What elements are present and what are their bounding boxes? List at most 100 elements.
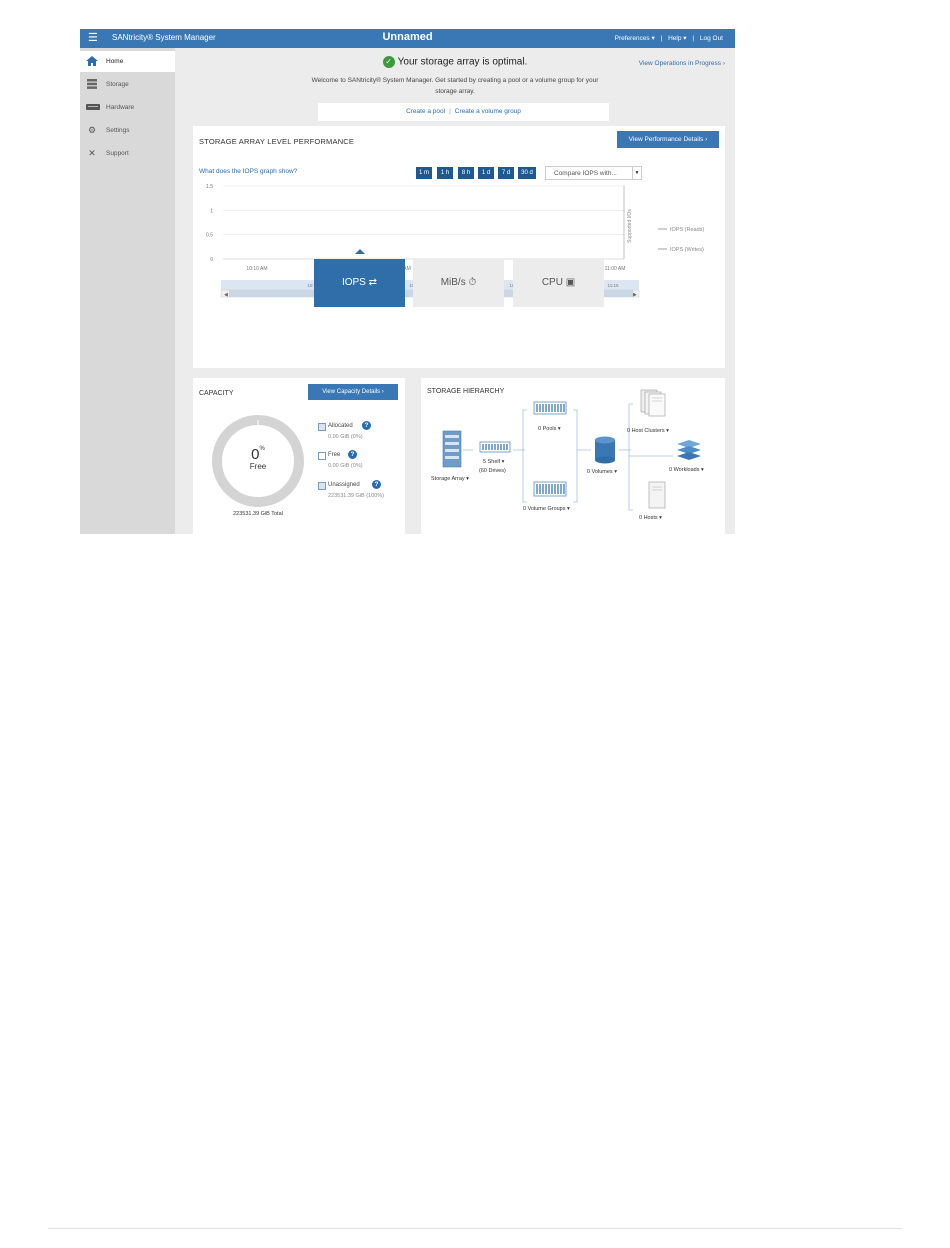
hardware-icon [86,102,100,112]
drives-count: (60 Drives) [479,468,506,474]
free-legend-label: Free [328,452,341,458]
hosts-icon[interactable] [648,481,666,509]
main-content: ✓ Your storage array is optimal. View Ope… [175,48,735,534]
scroll-left-icon[interactable]: ◀ [224,292,228,298]
metric-cpu-tile[interactable]: CPU ▣ [513,259,604,307]
workloads-menu[interactable]: 0 Workloads ▾ [669,467,704,473]
host-clusters-menu[interactable]: 0 Host Clusters ▾ [627,428,669,434]
view-operations-link[interactable]: View Operations in Progress › [639,60,725,67]
supported-ios-label: Supported I/Os [627,209,633,243]
capacity-percent: 0 [251,446,260,463]
drive-bar [563,404,565,412]
top-links: Preferences ▾ | Help ▾ | Log Out [611,34,723,42]
metric-label: CPU [541,277,563,288]
allocated-value: 0.00 GiB (0%) [328,434,363,440]
storage-array-icon[interactable] [442,430,462,468]
create-volume-group-link[interactable]: Create a volume group [455,108,521,115]
help-icon[interactable]: ? [362,421,371,430]
separator: | [449,108,451,115]
volumes-icon[interactable] [595,436,615,464]
navigator-marker: 11:15 [608,283,619,288]
sidebar-item-label: Storage [106,81,129,88]
free-swatch [318,452,326,460]
storage-array-menu[interactable]: Storage Array ▾ [431,476,469,482]
metric-mibs-tile[interactable]: MiB/s ⏱ [413,259,504,307]
drive-bar [539,484,541,494]
metric-label: MiB/s [440,277,466,288]
free-value: 0.00 GiB (0%) [328,463,363,469]
cpu-icon: ▣ [565,277,576,288]
host-clusters-icon[interactable] [640,389,666,417]
separator: | [692,35,695,42]
selected-metric-caret [355,249,365,254]
sidebar-item-label: Settings [106,127,130,134]
gear-icon: ⚙ [87,125,97,135]
wrench-icon: ✕ [88,148,96,158]
drive-bar [536,404,538,412]
metric-iops-tile[interactable]: IOPS ⇄ [314,259,405,307]
drive-bar [500,444,502,450]
create-links: Create a pool | Create a volume group [318,103,609,121]
drive-bar [536,484,538,494]
drive-bar [488,444,490,450]
y-tick-label: 0 [210,257,213,263]
top-bar: ☰ SANtricity® System Manager Unnamed Pre… [80,29,735,48]
page-divider [48,1228,902,1229]
sidebar: Home Storage Hardware ⚙ Settings ✕ Suppo… [80,48,175,534]
sidebar-item-storage[interactable]: Storage [80,74,175,95]
help-menu[interactable]: Help ▾ [668,35,686,42]
shelf-icon[interactable] [479,441,511,453]
volumes-menu[interactable]: 0 Volumes ▾ [587,469,617,475]
drive-bar [563,484,565,494]
x-tick-label: 11:00 AM [605,266,626,272]
unassigned-label: Unassigned [328,482,360,488]
help-icon[interactable]: ? [372,480,381,489]
drive-bar [548,404,550,412]
percent-sign: % [259,446,265,452]
create-pool-link[interactable]: Create a pool [406,108,445,115]
capacity-total: 223531.39 GiB Total [233,511,283,517]
check-icon: ✓ [382,56,395,68]
scroll-right-icon[interactable]: ▶ [633,292,637,298]
capacity-title: CAPACITY [199,390,234,397]
sidebar-item-settings[interactable]: ⚙ Settings [80,120,175,141]
iops-chart: 1.510.50 10:10 AM10:20 AM10:30 AM10:40 A… [206,184,704,298]
sidebar-item-label: Support [106,150,129,157]
allocated-swatch [318,423,326,431]
drive-bar [542,484,544,494]
sidebar-item-home[interactable]: Home [80,51,175,72]
shelf-menu[interactable]: 5 Shelf ▾ [483,459,504,465]
pools-menu[interactable]: 0 Pools ▾ [538,426,561,432]
status-text: Your storage array is optimal. [397,56,528,68]
drive-bar [542,404,544,412]
unassigned-swatch [318,482,326,490]
pools-icon[interactable] [533,401,567,415]
drive-bar [551,404,553,412]
sidebar-item-hardware[interactable]: Hardware [80,97,175,118]
preferences-menu[interactable]: Preferences ▾ [615,35,655,42]
hosts-menu[interactable]: 0 Hosts ▾ [639,515,662,521]
legend-label[interactable]: IOPS (Writes) [670,247,704,253]
app-window: ☰ SANtricity® System Manager Unnamed Pre… [80,29,735,534]
volume-groups-icon[interactable] [533,481,567,497]
drive-bar [494,444,496,450]
unassigned-value: 223531.39 GiB (100%) [328,493,384,499]
drive-bar [557,404,559,412]
sidebar-item-label: Home [106,58,124,65]
storage-hierarchy-panel: STORAGE HIERARCHY Storage Array ▾ 5 Shel… [421,378,725,534]
drive-bar [545,404,547,412]
legend-label[interactable]: IOPS (Reads) [670,227,704,233]
storage-icon [86,79,98,89]
workloads-icon[interactable] [677,440,701,460]
stopwatch-icon: ⏱ [468,277,477,288]
volume-groups-menu[interactable]: 0 Volume Groups ▾ [523,506,570,512]
drive-bar [491,444,493,450]
view-capacity-details-button[interactable]: View Capacity Details › [308,384,398,400]
performance-panel: STORAGE ARRAY LEVEL PERFORMANCE View Per… [193,126,725,368]
help-icon[interactable]: ? [348,450,357,459]
sidebar-item-support[interactable]: ✕ Support [80,143,175,164]
logout-link[interactable]: Log Out [700,35,723,42]
drive-bar [503,444,505,450]
donut-center: 0% Free [211,446,305,471]
drive-bar [539,404,541,412]
